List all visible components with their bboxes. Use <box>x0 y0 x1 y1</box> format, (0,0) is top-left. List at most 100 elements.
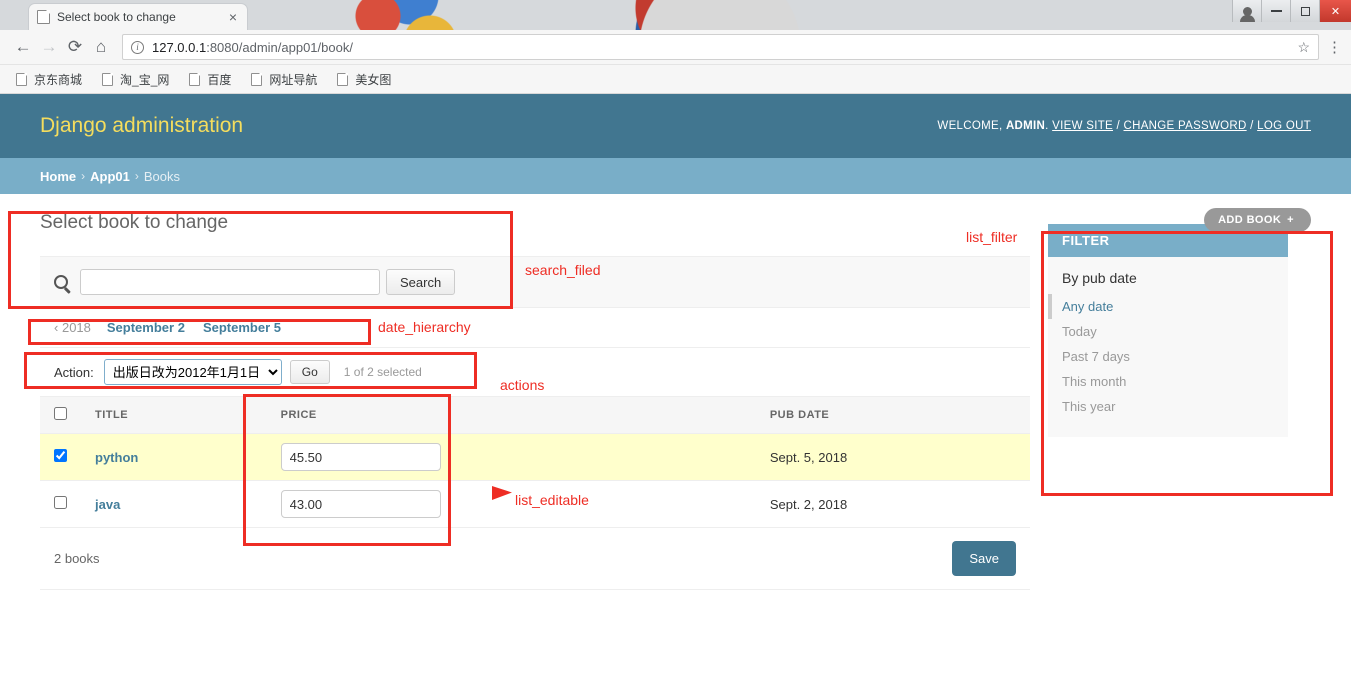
paginator: 2 books Save <box>40 528 1030 590</box>
filter-option-this-month[interactable]: This month <box>1048 369 1288 394</box>
breadcrumb-app01[interactable]: App01 <box>90 169 130 184</box>
site-branding: Django administration <box>40 114 244 137</box>
annotation-arrow-list-editable <box>458 486 512 500</box>
search-button[interactable]: Search <box>386 269 456 295</box>
filter-link[interactable]: Past 7 days <box>1062 349 1130 364</box>
bookmark-star-icon[interactable]: ☆ <box>1297 39 1310 56</box>
browser-tab[interactable]: Select book to change × <box>28 3 248 30</box>
address-bar[interactable]: i 127.0.0.1:8080/admin/app01/book/ ☆ <box>122 34 1319 60</box>
browser-menu-icon[interactable]: ⋮ <box>1327 40 1342 55</box>
browser-window: Select book to change × ✕ ← → ⟳ ⌂ i 127.… <box>0 0 1351 682</box>
bookmark-page-icon <box>16 72 27 86</box>
row-pub-date-cell: Sept. 5, 2018 <box>755 433 1030 481</box>
action-label: Action: <box>54 364 94 380</box>
annotation-label-list-editable: list_editable <box>515 492 589 508</box>
row-price-cell <box>266 433 756 481</box>
annotation-label-search-field: search_filed <box>525 262 601 278</box>
filter-title: By pub date <box>1062 270 1137 286</box>
book-link[interactable]: python <box>95 450 138 465</box>
changelist: Search ‹ 2018 September 2 September 5 Acti… <box>40 256 1030 590</box>
change-password-link[interactable]: CHANGE PASSWORD <box>1124 120 1247 132</box>
browser-tabstrip: Select book to change × ✕ <box>0 0 1351 30</box>
filter-option-this-year[interactable]: This year <box>1048 394 1288 419</box>
bookmark-item[interactable]: 百度 <box>179 71 241 88</box>
row-title-cell: java <box>81 480 267 528</box>
table-body: python Sept. 5, 2018 <box>40 433 1030 528</box>
profile-icon[interactable] <box>1232 0 1261 22</box>
add-book-label: ADD BOOK <box>1218 214 1282 226</box>
filter-link[interactable]: Today <box>1062 324 1097 339</box>
result-count: 2 books <box>54 551 100 566</box>
breadcrumb-home[interactable]: Home <box>40 169 76 184</box>
bookmark-item[interactable]: 淘_宝_网 <box>92 71 179 88</box>
add-book-button[interactable]: ADD BOOK + <box>1204 208 1311 232</box>
go-button[interactable]: Go <box>289 360 330 384</box>
address-bar-url: 127.0.0.1:8080/admin/app01/book/ <box>152 40 1297 55</box>
close-window-button[interactable]: ✕ <box>1319 0 1351 22</box>
forward-icon[interactable]: → <box>36 34 62 60</box>
bookmark-page-icon <box>102 72 114 86</box>
column-header-pub-date[interactable]: PUB DATE <box>755 397 1030 434</box>
list-filter: FILTER By pub date Any date Today Past 7… <box>1048 224 1288 437</box>
bookmark-label: 淘_宝_网 <box>120 72 170 87</box>
annotation-label-list-filter: list_filter <box>966 229 1018 245</box>
browser-tab-title: Select book to change <box>57 10 176 24</box>
filter-option-today[interactable]: Today <box>1048 319 1288 344</box>
bookmarks-bar: 京东商城 淘_宝_网 百度 网址导航 美女图 <box>0 65 1351 94</box>
price-input[interactable] <box>280 490 441 518</box>
page-info-icon[interactable]: i <box>131 40 144 54</box>
bookmark-item[interactable]: 美女图 <box>327 71 401 88</box>
filter-link[interactable]: This year <box>1062 399 1115 414</box>
row-checkbox[interactable] <box>54 496 67 509</box>
results-table: TITLE PRICE PUB DATE python 45.50 Sept. … <box>40 397 1030 528</box>
select-all-checkbox[interactable] <box>54 407 67 420</box>
filter-link[interactable]: This month <box>1062 374 1126 389</box>
filter-link[interactable]: Any date <box>1062 299 1113 314</box>
column-header-title[interactable]: TITLE <box>81 397 267 434</box>
object-tools: ADD BOOK + <box>1204 208 1311 232</box>
content-columns: Select book to change Search ‹ 2018 Septe… <box>0 194 1351 590</box>
date-hierarchy-back[interactable]: ‹ 2018 <box>54 320 91 335</box>
breadcrumb: Home › App01 › Books <box>0 158 1351 194</box>
table-header-row: TITLE PRICE PUB DATE <box>40 397 1030 434</box>
back-icon[interactable]: ← <box>10 34 36 60</box>
row-checkbox[interactable] <box>54 449 67 462</box>
django-header: Django administration WELCOME, ADMIN. VI… <box>0 94 1351 158</box>
log-out-link[interactable]: LOG OUT <box>1257 120 1311 132</box>
filter-option-past-7-days[interactable]: Past 7 days <box>1048 344 1288 369</box>
page-title: Select book to change <box>40 212 229 233</box>
select-all-header <box>40 397 81 434</box>
book-link[interactable]: java <box>95 497 120 512</box>
reload-icon[interactable]: ⟳ <box>62 34 88 60</box>
date-hierarchy: ‹ 2018 September 2 September 5 <box>40 308 1030 348</box>
link-separator: / <box>1113 120 1124 132</box>
date-hierarchy-item[interactable]: September 2 <box>107 320 185 335</box>
browser-toolbar: ← → ⟳ ⌂ i 127.0.0.1:8080/admin/app01/boo… <box>0 30 1351 65</box>
price-input[interactable] <box>280 443 441 471</box>
row-select-cell <box>40 433 81 481</box>
bookmark-item[interactable]: 网址导航 <box>241 71 327 88</box>
column-header-price[interactable]: PRICE <box>266 397 756 434</box>
username: ADMIN <box>1005 120 1046 132</box>
table-row: python Sept. 5, 2018 <box>40 433 1030 481</box>
search-input[interactable] <box>80 269 380 295</box>
save-button[interactable]: Save <box>952 541 1016 576</box>
bookmark-label: 京东商城 <box>34 72 83 87</box>
bookmark-item[interactable]: 京东商城 <box>6 71 92 88</box>
bookmark-label: 网址导航 <box>269 72 318 87</box>
link-separator: / <box>1246 120 1258 132</box>
date-hierarchy-item[interactable]: September 5 <box>203 320 281 335</box>
minimize-button[interactable] <box>1261 0 1290 22</box>
page-content: ADD BOOK + Select book to change Search ‹… <box>0 194 1351 590</box>
user-tools: WELCOME, ADMIN. VIEW SITE / CHANGE PASSW… <box>937 120 1311 132</box>
back-chevron-icon: ‹ <box>54 320 59 335</box>
filter-option-any-date[interactable]: Any date <box>1048 294 1288 319</box>
bookmark-page-icon <box>337 72 349 86</box>
home-icon[interactable]: ⌂ <box>88 34 114 60</box>
action-select[interactable]: 出版日改为2012年1月1日 <box>103 359 282 385</box>
page-favicon-icon <box>37 10 50 24</box>
view-site-link[interactable]: VIEW SITE <box>1052 120 1113 132</box>
close-tab-icon[interactable]: × <box>227 10 239 24</box>
bookmark-label: 美女图 <box>355 72 392 87</box>
maximize-button[interactable] <box>1290 0 1319 22</box>
